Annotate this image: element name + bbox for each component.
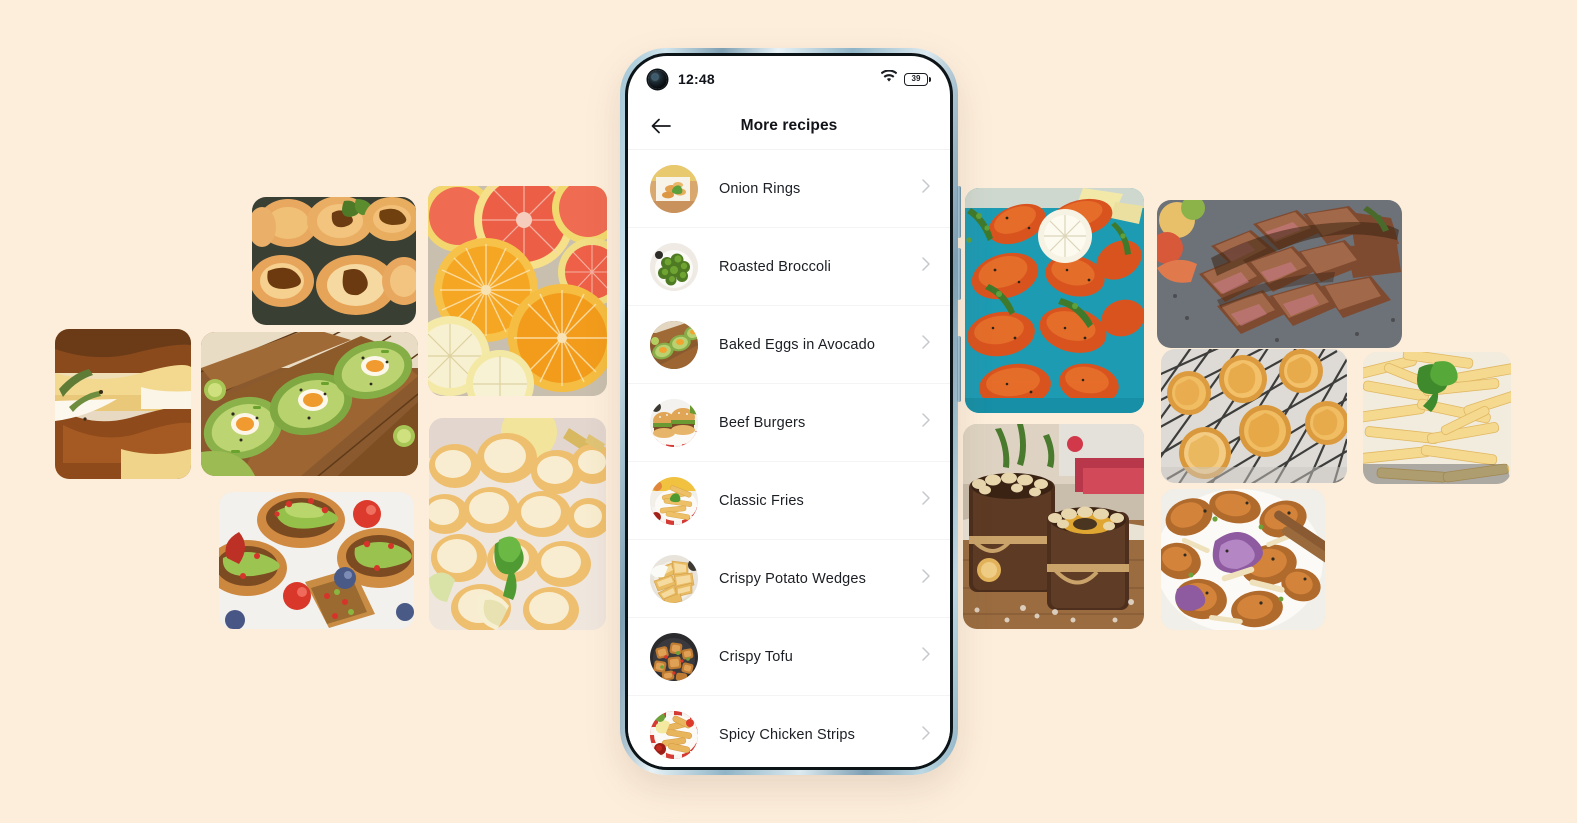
steak-cubes-photo: [1157, 200, 1402, 348]
recipe-name: Beef Burgers: [719, 414, 806, 431]
chocolate-dessert-photo: [963, 424, 1144, 629]
egg-tarts-photo: [252, 197, 416, 325]
recipe-list[interactable]: Onion Rings Roasted Broccoli Baked Eggs …: [628, 150, 950, 767]
butter-cookies-photo: [1161, 349, 1347, 483]
french-fries-photo: [1363, 352, 1511, 484]
phone-device: 12:48 39 More recipes Onion Rings Roaste…: [620, 48, 961, 775]
page-title: More recipes: [740, 116, 838, 134]
taco-cups-photo: [219, 492, 414, 629]
beef-burgers-thumb: [650, 398, 698, 447]
stir-fry-pork-photo: [1161, 489, 1325, 630]
crispy-tofu-thumb: [650, 632, 698, 681]
status-bar: 12:48 39: [628, 56, 950, 102]
list-item[interactable]: Roasted Broccoli: [628, 228, 950, 306]
list-item[interactable]: Crispy Potato Wedges: [628, 540, 950, 618]
recipe-name: Classic Fries: [719, 492, 804, 509]
list-item[interactable]: Classic Fries: [628, 462, 950, 540]
volume-up-button[interactable]: [957, 186, 961, 238]
chevron-right-icon: [922, 569, 930, 588]
chevron-right-icon: [922, 725, 930, 745]
burnt-cheesecake-photo: [55, 329, 191, 479]
wifi-icon: [880, 69, 898, 88]
chevron-right-icon: [922, 647, 930, 666]
onion-rings-thumb: [650, 164, 698, 213]
classic-fries-thumb: [650, 476, 698, 525]
chevron-right-icon: [922, 335, 930, 354]
recipe-name: Baked Eggs in Avocado: [719, 336, 876, 353]
citrus-slices-photo: [428, 186, 607, 396]
status-clock: 12:48: [678, 71, 715, 87]
battery-icon: 39: [904, 72, 932, 86]
power-button[interactable]: [957, 336, 961, 402]
baked-avocado-eggs-photo: [201, 332, 418, 476]
roasted-broccoli-thumb: [650, 242, 698, 291]
recipe-name: Onion Rings: [719, 180, 801, 197]
chevron-right-icon: [922, 257, 930, 276]
recipe-name: Crispy Potato Wedges: [719, 570, 866, 587]
list-item[interactable]: Baked Eggs in Avocado: [628, 306, 950, 384]
recipe-name: Roasted Broccoli: [719, 258, 832, 275]
list-item[interactable]: Onion Rings: [628, 150, 950, 228]
arrow-left-icon: [651, 118, 671, 133]
volume-down-button[interactable]: [957, 248, 961, 300]
chevron-right-icon: [922, 491, 930, 510]
battery-level-label: 39: [911, 74, 921, 83]
recipe-name: Spicy Chicken Strips: [719, 727, 855, 743]
status-indicators: 39: [880, 69, 932, 88]
fried-nuggets-photo: [429, 418, 606, 630]
phone-bezel: 12:48 39 More recipes Onion Rings Roaste…: [625, 53, 953, 770]
list-item[interactable]: Beef Burgers: [628, 384, 950, 462]
front-camera-icon: [648, 69, 667, 89]
grilled-chicken-photo: [965, 188, 1144, 413]
crispy-potato-wedges-thumb: [650, 554, 698, 603]
chevron-right-icon: [922, 413, 930, 432]
app-bar: More recipes: [628, 102, 950, 150]
recipe-name: Crispy Tofu: [719, 648, 793, 665]
phone-screen: 12:48 39 More recipes Onion Rings Roaste…: [628, 56, 950, 767]
chevron-right-icon: [922, 179, 930, 198]
spicy-chicken-strips-thumb: [650, 711, 698, 759]
baked-eggs-avocado-thumb: [650, 320, 698, 369]
back-button[interactable]: [648, 113, 674, 139]
list-item[interactable]: Spicy Chicken Strips: [628, 696, 950, 767]
list-item[interactable]: Crispy Tofu: [628, 618, 950, 696]
